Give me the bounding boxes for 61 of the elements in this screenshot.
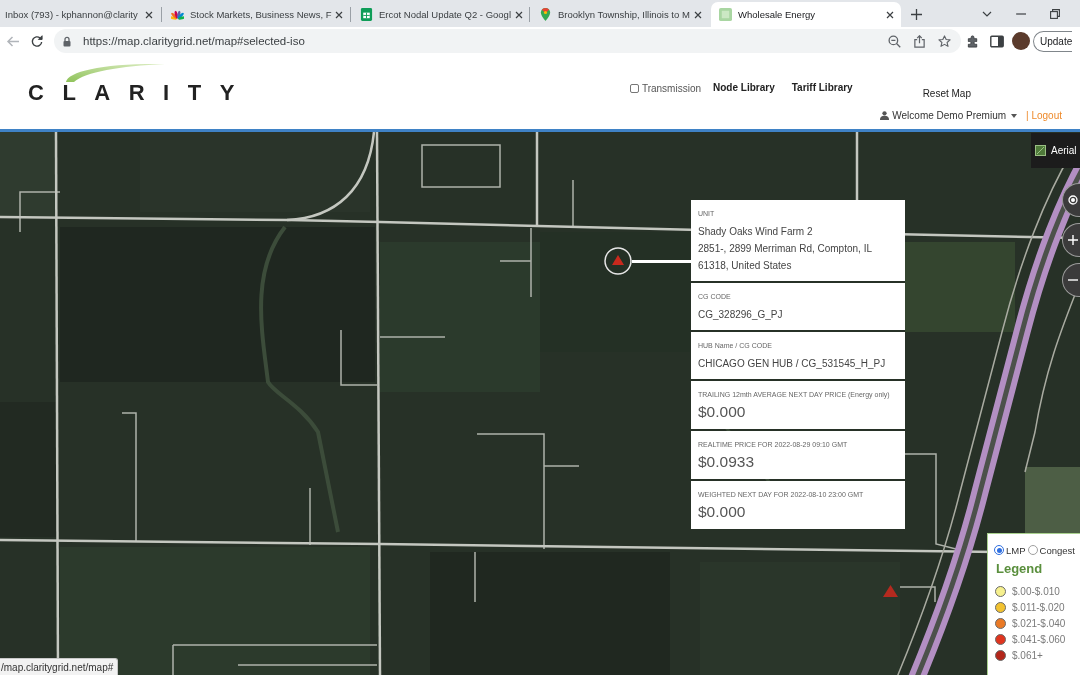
radio-button[interactable] (994, 545, 1004, 555)
share-icon (912, 34, 926, 48)
user-icon (880, 111, 890, 120)
field-value: Shady Oaks Wind Farm 2 (698, 225, 814, 239)
side-panel-icon (990, 34, 1004, 48)
selected-marker-icon[interactable] (604, 247, 632, 275)
puzzle-icon (966, 34, 980, 48)
reload-icon (30, 34, 44, 48)
legend-label: $.061+ (1012, 650, 1043, 662)
browser-tab[interactable]: Stock Markets, Business News, F (163, 2, 349, 27)
radio-label[interactable]: LMP (1006, 544, 1026, 556)
map-pin-icon (539, 8, 552, 21)
close-icon[interactable] (886, 10, 894, 19)
address-bar[interactable]: https://map.claritygrid.net/map#selected-iso (54, 29, 961, 53)
legend-label: $.011-$.020 (1012, 601, 1065, 613)
user-menu[interactable]: Welcome Demo Premium (880, 109, 1018, 122)
legend-label: $.041-$.060 (1012, 634, 1066, 646)
checkbox[interactable] (629, 84, 639, 93)
price-value: $0.0933 (698, 452, 756, 472)
field-value: 2851-, 2899 Merriman Rd, Compton, IL (698, 242, 873, 256)
plus-icon (910, 8, 922, 20)
field-value: CHICAGO GEN HUB / CG_531545_H_PJ (698, 357, 887, 371)
browser-tab[interactable]: Wholesale Energy (711, 2, 901, 27)
nav-link[interactable]: Tariff Library (791, 82, 853, 94)
field-value: CG_328296_G_PJ (698, 308, 784, 322)
caret-icon (1011, 113, 1018, 118)
price-value: $0.000 (698, 402, 747, 422)
triangle-marker-icon[interactable] (883, 585, 898, 597)
radio-label[interactable]: Congest (1039, 544, 1075, 556)
close-icon[interactable] (515, 10, 523, 19)
legend-title: Legend (996, 561, 1044, 577)
spreadsheet-icon (360, 8, 373, 21)
tile-icon (719, 8, 732, 21)
update-button[interactable]: Update (1033, 30, 1073, 52)
field-value: 61318, United States (698, 259, 793, 273)
star-icon (937, 34, 951, 48)
close-icon[interactable] (693, 10, 702, 19)
transmission-label[interactable]: Transmission (641, 82, 701, 95)
logo-text: CLARITY (28, 82, 242, 104)
lock-icon (63, 35, 71, 47)
price-value: $0.000 (698, 502, 747, 522)
browser-tab[interactable]: Brooklyn Township, Illinois to M (531, 2, 708, 27)
close-icon[interactable] (145, 10, 153, 19)
zoom-out-icon (887, 34, 901, 48)
browser-tab[interactable]: Ercot Nodal Update Q2 - Googl (352, 2, 528, 27)
legend-label: $.021-$.040 (1012, 617, 1066, 629)
reset-map-link[interactable]: Reset Map (922, 87, 971, 100)
nav-link[interactable]: Node Library (713, 82, 775, 94)
target-icon (1068, 195, 1078, 205)
close-icon[interactable] (335, 10, 344, 19)
map-tile-icon (1035, 145, 1046, 156)
avatar-icon[interactable] (1012, 32, 1030, 50)
status-url: /map.claritygrid.net/map# (0, 658, 119, 675)
arrow-left-icon (6, 34, 20, 48)
plus-icon (1068, 235, 1078, 245)
browser-tab[interactable]: Inbox (793) - kphannon@clarity (0, 2, 160, 27)
radio-button[interactable] (1027, 545, 1038, 555)
map-type-button[interactable]: Aerial (1031, 133, 1080, 168)
fan-icon (171, 8, 184, 21)
legend-label: $.00-$.010 (1012, 585, 1060, 597)
restore-icon (1050, 8, 1060, 19)
